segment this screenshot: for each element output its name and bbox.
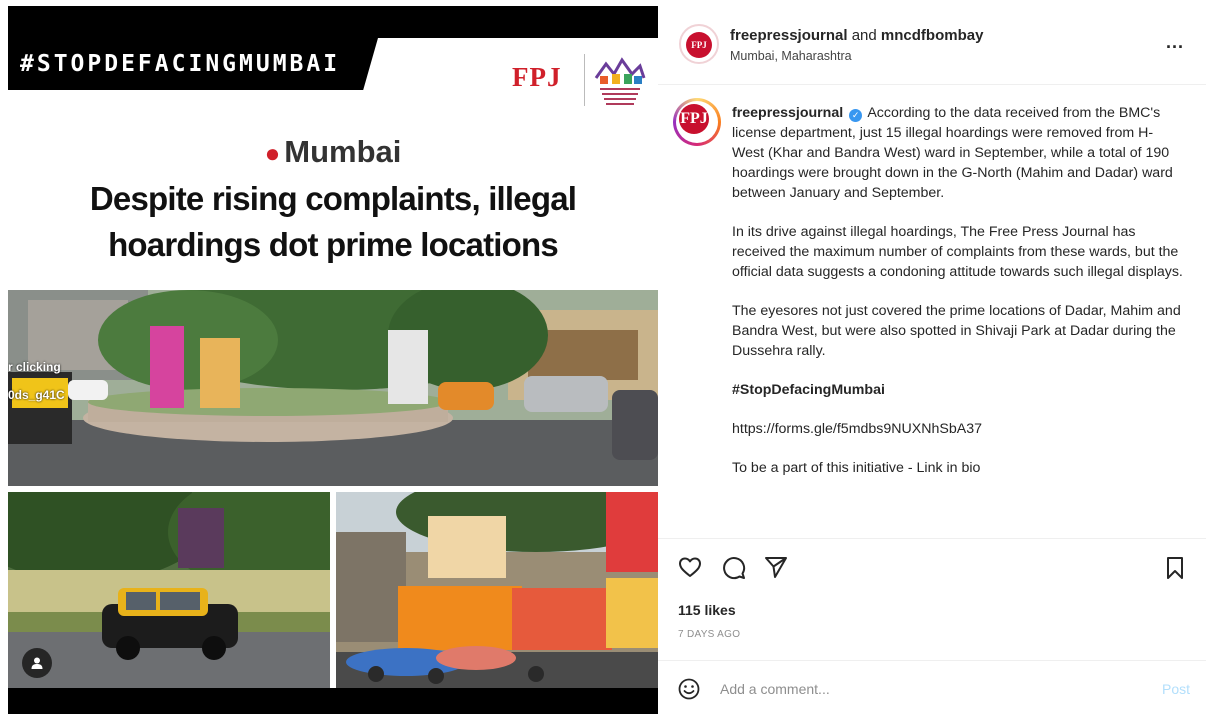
street-hoardings-photo <box>336 492 658 688</box>
comment-input[interactable] <box>718 677 1122 701</box>
more-options-button[interactable]: ... <box>1166 32 1184 53</box>
map-pin-icon: ● <box>264 138 281 168</box>
headline-line: hoardings dot prime locations <box>108 226 559 263</box>
post-location[interactable]: Mumbai, Maharashtra <box>730 49 852 63</box>
taxi-photo <box>8 492 330 688</box>
bookmark-icon[interactable] <box>1164 556 1186 580</box>
avatar-ring: FPJ <box>673 98 721 146</box>
headline: Despite rising complaints, illegal hoard… <box>8 176 658 268</box>
author-username[interactable]: freepressjournal <box>730 27 848 44</box>
overlay-text: 0ds_g41C <box>8 388 65 402</box>
verified-badge-icon: ✓ <box>849 109 863 122</box>
tagged-users-button[interactable] <box>22 648 52 678</box>
caption-link[interactable]: https://forms.gle/f5mdbs9NUXNhSbA37 <box>732 419 1184 439</box>
post-caption: freepressjournal ✓ According to the data… <box>732 103 1184 497</box>
collaborator-username[interactable]: mncdfbombay <box>881 27 984 44</box>
paper-plane-icon[interactable] <box>764 555 788 579</box>
like-count[interactable]: 115 likes <box>678 602 736 618</box>
caption-cta: To be a part of this initiative - Link i… <box>732 460 981 476</box>
roundabout-photo: r clicking 0ds_g41C <box>8 290 658 486</box>
mncdf-logo <box>594 57 646 105</box>
hashtag-banner: #STOPDEFACINGMUMBAI <box>8 38 378 90</box>
post-actions: 115 likes 7 DAYS AGO <box>658 538 1206 661</box>
caption-area: FPJ freepressjournal ✓ According to the … <box>658 85 1206 537</box>
headline-line: Despite rising complaints, illegal <box>89 180 577 217</box>
caption-paragraph: The eyesores not just covered the prime … <box>732 303 1181 359</box>
post-side-panel: FPJ freepressjournal and mncdfbombay Mum… <box>658 0 1206 714</box>
caption-paragraph: In its drive against illegal hoardings, … <box>732 224 1183 280</box>
location-label: ● Mumbai <box>264 134 402 169</box>
speech-bubble-icon[interactable] <box>722 556 746 580</box>
comment-bar: Post <box>658 660 1206 715</box>
authors-conjunction: and <box>851 27 877 44</box>
post-media[interactable]: #STOPDEFACINGMUMBAI FPJ ● Mumbai Despite … <box>8 6 658 714</box>
caption-hashtag[interactable]: #StopDefacingMumbai <box>732 380 1184 400</box>
post-timestamp[interactable]: 7 DAYS AGO <box>678 629 740 640</box>
user-icon <box>31 657 43 669</box>
fpj-logo: FPJ <box>512 62 562 92</box>
avatar[interactable]: FPJ <box>679 104 709 134</box>
heart-icon[interactable] <box>678 556 702 578</box>
post-comment-button[interactable]: Post <box>1162 681 1190 697</box>
avatar[interactable]: FPJ <box>686 32 712 58</box>
caption-username[interactable]: freepressjournal <box>732 105 843 121</box>
media-top-bar <box>8 6 658 38</box>
overlay-text: r clicking <box>8 360 61 374</box>
media-bottom-bar <box>8 688 658 714</box>
smiley-icon[interactable] <box>678 678 700 700</box>
post-authors: freepressjournal and mncdfbombay <box>730 27 983 44</box>
logo-divider <box>584 54 585 106</box>
post-header: FPJ freepressjournal and mncdfbombay Mum… <box>658 0 1206 85</box>
